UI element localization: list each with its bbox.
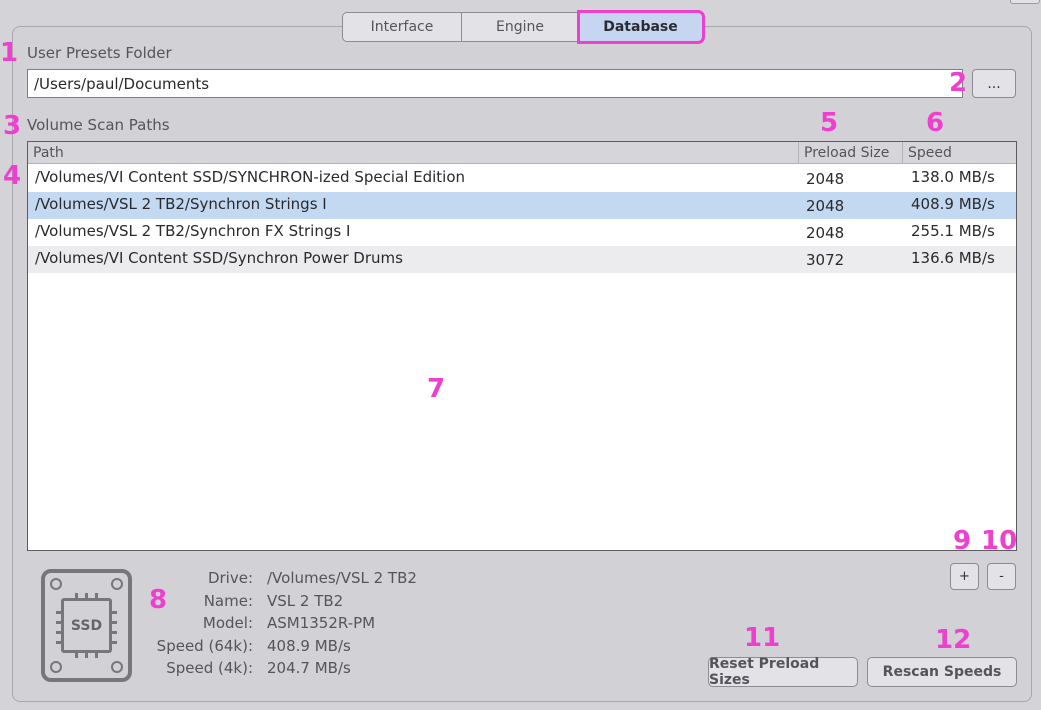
- tab-engine[interactable]: Engine: [462, 12, 579, 42]
- name-label: Name:: [203, 592, 253, 610]
- cell-speed: 136.6 MB/s: [911, 249, 995, 267]
- volume-scan-label: Volume Scan Paths: [27, 116, 170, 134]
- cell-preload-size: 2048: [806, 224, 845, 242]
- user-presets-input[interactable]: [27, 69, 963, 98]
- speed-64k-label: Speed (64k):: [156, 637, 253, 655]
- model-label: Model:: [202, 614, 253, 632]
- screw-icon: [50, 661, 62, 673]
- drive-label: Drive:: [207, 569, 253, 587]
- tab-bar: Interface Engine Database: [342, 10, 705, 44]
- window-corner-button[interactable]: [1010, 0, 1040, 4]
- rescan-speeds-button[interactable]: Rescan Speeds: [867, 657, 1017, 687]
- cell-preload-size: 2048: [806, 170, 845, 188]
- screw-icon: [50, 578, 62, 590]
- cell-path: /Volumes/VSL 2 TB2/Synchron FX Strings I: [35, 222, 351, 240]
- speed-64k-value: 408.9 MB/s: [267, 637, 351, 655]
- annotation-4: 4: [3, 161, 22, 191]
- annotation-2: 2: [949, 68, 968, 98]
- add-path-button[interactable]: +: [950, 563, 979, 590]
- column-header-preload-size[interactable]: Preload Size: [799, 142, 903, 164]
- annotation-7: 7: [427, 374, 446, 404]
- annotation-3: 3: [3, 111, 22, 141]
- annotation-5: 5: [820, 108, 839, 138]
- browse-folder-button[interactable]: ...: [972, 69, 1016, 98]
- column-header-path[interactable]: Path: [28, 142, 799, 164]
- annotation-6: 6: [926, 108, 945, 138]
- table-row-selected[interactable]: /Volumes/VSL 2 TB2/Synchron Strings I 20…: [28, 192, 1016, 219]
- name-value: VSL 2 TB2: [267, 592, 344, 610]
- drive-value: /Volumes/VSL 2 TB2: [267, 569, 417, 587]
- annotation-12: 12: [935, 625, 972, 655]
- annotation-8: 8: [149, 585, 168, 615]
- annotation-11: 11: [744, 623, 781, 653]
- volume-scan-table[interactable]: Path Preload Size Speed /Volumes/VI Cont…: [27, 141, 1017, 551]
- reset-preload-sizes-button[interactable]: Reset Preload Sizes: [708, 656, 858, 688]
- table-header: Path Preload Size Speed: [28, 142, 1016, 164]
- cell-path: /Volumes/VSL 2 TB2/Synchron Strings I: [35, 195, 327, 213]
- annotation-10: 10: [981, 526, 1018, 556]
- tab-database[interactable]: Database: [577, 10, 705, 44]
- annotation-9: 9: [953, 526, 972, 556]
- cell-path: /Volumes/VI Content SSD/Synchron Power D…: [35, 249, 403, 267]
- cell-speed: 255.1 MB/s: [911, 222, 995, 240]
- annotation-1: 1: [0, 38, 19, 68]
- model-value: ASM1352R-PM: [267, 614, 376, 632]
- table-row[interactable]: /Volumes/VSL 2 TB2/Synchron FX Strings I…: [28, 219, 1016, 246]
- speed-4k-value: 204.7 MB/s: [267, 659, 351, 677]
- cell-speed: 138.0 MB/s: [911, 168, 995, 186]
- cell-path: /Volumes/VI Content SSD/SYNCHRON-ized Sp…: [35, 168, 466, 186]
- tab-interface[interactable]: Interface: [342, 12, 462, 42]
- remove-path-button[interactable]: -: [987, 563, 1016, 590]
- cell-preload-size: 2048: [806, 197, 845, 215]
- table-row[interactable]: /Volumes/VI Content SSD/Synchron Power D…: [28, 246, 1016, 273]
- column-header-speed[interactable]: Speed: [903, 142, 1016, 164]
- speed-4k-label: Speed (4k):: [166, 659, 253, 677]
- cell-speed: 408.9 MB/s: [911, 195, 995, 213]
- table-row[interactable]: /Volumes/VI Content SSD/SYNCHRON-ized Sp…: [28, 165, 1016, 192]
- cell-preload-size: 3072: [806, 251, 845, 269]
- user-presets-label: User Presets Folder: [27, 44, 172, 62]
